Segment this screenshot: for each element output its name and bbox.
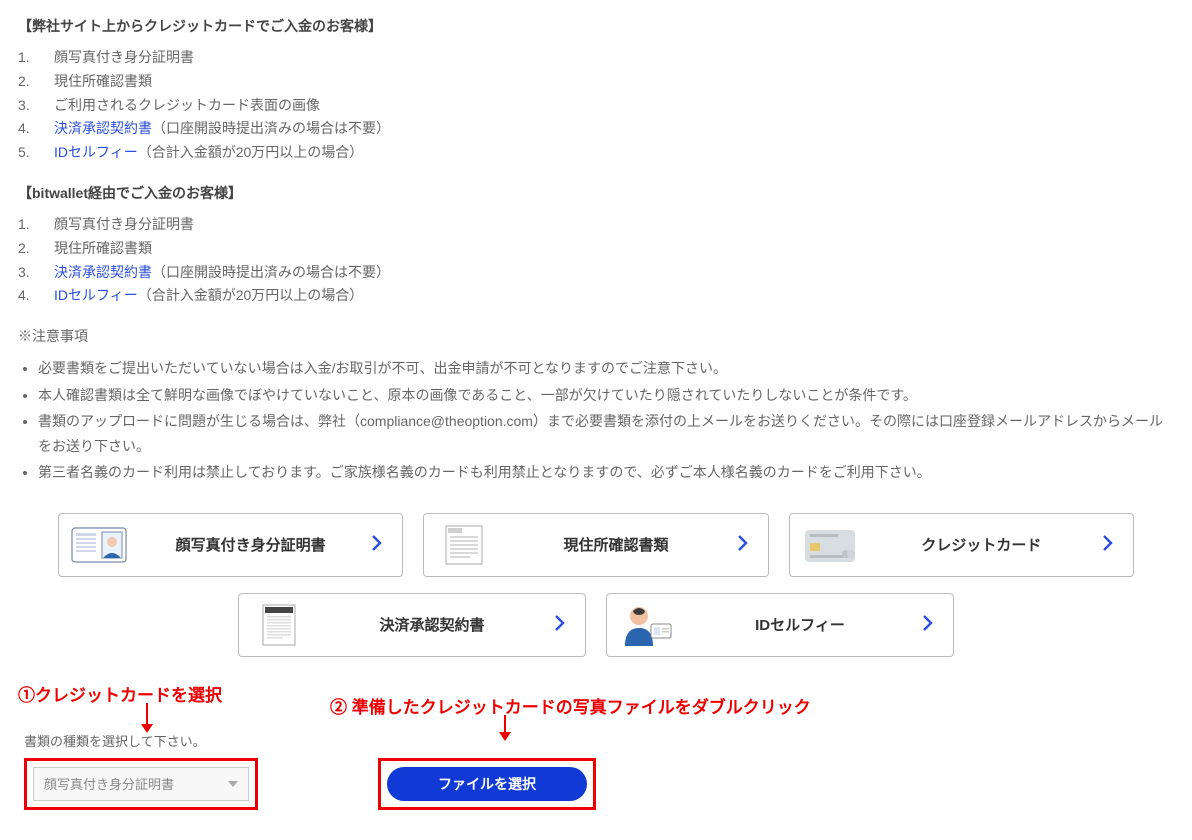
highlight-box-select: 顔写真付き身分証明書 <box>24 758 258 810</box>
credit-card-icon <box>800 523 860 567</box>
section-b-heading: 【bitwallet経由でご入金のお客様】 <box>18 183 1174 203</box>
list-suffix: （合計入金額が20万円以上の場合） <box>138 287 364 303</box>
list-num: 3. <box>18 94 54 118</box>
card-label: 顔写真付き身分証明書 <box>143 534 358 555</box>
note-item: 書類のアップロードに問題が生じる場合は、弊社（compliance@theopt… <box>38 409 1174 458</box>
dropdown-triangle-icon <box>228 781 238 787</box>
file-select-button[interactable]: ファイルを選択 <box>387 767 587 801</box>
select-value: 顔写真付き身分証明書 <box>44 774 174 793</box>
chevron-right-icon <box>555 615 569 634</box>
arrow-down-icon <box>146 703 148 725</box>
notes-heading: ※注意事項 <box>18 326 1174 346</box>
note-item: 第三者名義のカード利用は禁止しております。ご家族様名義のカードも利用禁止となりま… <box>38 460 1174 485</box>
note-item: 本人確認書類は全て鮮明な画像でぼやけていないこと、原本の画像であること、一部が欠… <box>38 383 1174 408</box>
link-id-selfie[interactable]: IDセルフィー <box>54 287 138 303</box>
card-photo-id[interactable]: 顔写真付き身分証明書 <box>58 513 403 577</box>
section-a-heading: 【弊社サイト上からクレジットカードでご入金のお客様】 <box>18 16 1174 36</box>
list-suffix: （口座開設時提出済みの場合は不要） <box>152 120 390 136</box>
highlight-box-file: ファイルを選択 <box>378 758 596 810</box>
list-num: 3. <box>18 261 54 285</box>
link-payment-agreement[interactable]: 決済承認契約書 <box>54 264 152 280</box>
contract-doc-icon <box>249 603 309 647</box>
chevron-right-icon <box>372 535 386 554</box>
link-payment-agreement[interactable]: 決済承認契約書 <box>54 120 152 136</box>
card-label: クレジットカード <box>874 534 1089 555</box>
notes-list: 必要書類をご提出いただいていない場合は入金/お取引が不可、出金申請が不可となりま… <box>18 356 1174 485</box>
chevron-right-icon <box>738 535 752 554</box>
chevron-right-icon <box>923 615 937 634</box>
document-type-select[interactable]: 顔写真付き身分証明書 <box>33 767 249 801</box>
list-num: 1. <box>18 213 54 237</box>
card-row-1: 顔写真付き身分証明書 現住所確認書類 クレジットカード <box>18 513 1174 577</box>
card-credit-card[interactable]: クレジットカード <box>789 513 1134 577</box>
list-text: 顔写真付き身分証明書 <box>54 46 194 70</box>
list-suffix: （合計入金額が20万円以上の場合） <box>138 144 364 160</box>
address-doc-icon <box>434 523 494 567</box>
card-label: 決済承認契約書 <box>323 614 541 635</box>
link-id-selfie[interactable]: IDセルフィー <box>54 144 138 160</box>
document-type-label: 書類の種類を選択して下さい。 <box>24 731 258 750</box>
card-label: 現住所確認書類 <box>508 534 723 555</box>
card-id-selfie[interactable]: IDセルフィー <box>606 593 954 657</box>
list-num: 2. <box>18 237 54 261</box>
list-text: 現住所確認書類 <box>54 237 152 261</box>
list-text: 現住所確認書類 <box>54 70 152 94</box>
section-b-list: 1.顔写真付き身分証明書 2.現住所確認書類 3.決済承認契約書（口座開設時提出… <box>18 213 1174 308</box>
upload-form-area: 書類の種類を選択して下さい。 顔写真付き身分証明書 ファイルを選択 <box>18 731 1174 810</box>
list-num: 5. <box>18 141 54 165</box>
list-num: 1. <box>18 46 54 70</box>
card-row-2: 決済承認契約書 IDセルフィー <box>18 593 1174 657</box>
chevron-right-icon <box>1103 535 1117 554</box>
id-card-icon <box>69 523 129 567</box>
section-a-list: 1.顔写真付き身分証明書 2.現住所確認書類 3.ご利用されるクレジットカード表… <box>18 46 1174 165</box>
list-num: 4. <box>18 284 54 308</box>
card-address-doc[interactable]: 現住所確認書類 <box>423 513 768 577</box>
annotation-2: ② 準備したクレジットカードの写真ファイルをダブルクリック <box>330 693 811 718</box>
selfie-icon <box>617 603 677 647</box>
note-item: 必要書類をご提出いただいていない場合は入金/お取引が不可、出金申請が不可となりま… <box>38 356 1174 381</box>
card-label: IDセルフィー <box>691 614 909 635</box>
list-text: ご利用されるクレジットカード表面の画像 <box>54 94 320 118</box>
list-text: 顔写真付き身分証明書 <box>54 213 194 237</box>
list-num: 4. <box>18 117 54 141</box>
annotation-1: ①クレジットカードを選択 <box>18 681 222 706</box>
card-payment-agreement[interactable]: 決済承認契約書 <box>238 593 586 657</box>
list-suffix: （口座開設時提出済みの場合は不要） <box>152 264 390 280</box>
list-num: 2. <box>18 70 54 94</box>
